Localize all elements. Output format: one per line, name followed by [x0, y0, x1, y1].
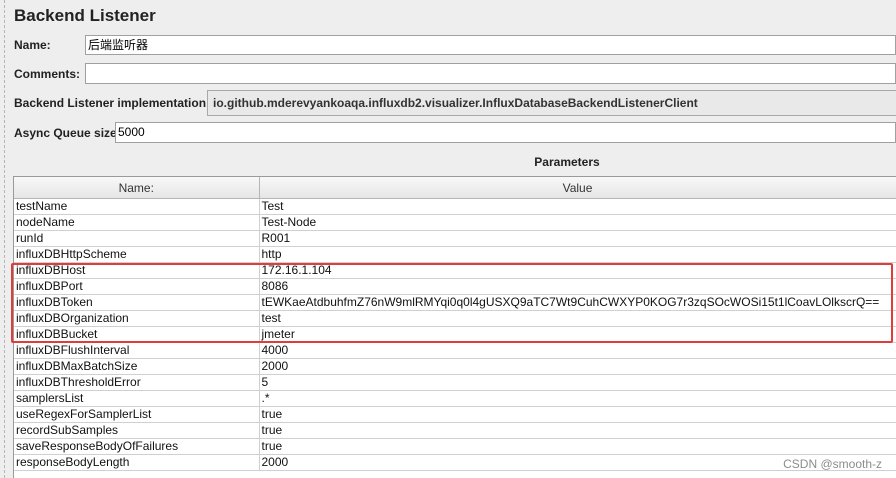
table-row[interactable]: influxDBHttpScheme http — [14, 246, 896, 263]
table-row[interactable]: influxDBThresholdError 5 — [14, 374, 896, 391]
column-header-name[interactable]: Name: — [14, 177, 260, 199]
table-header-row: Name: Value — [14, 177, 896, 199]
table-row[interactable]: responseBodyLength 2000 — [14, 454, 896, 471]
parameters-table: Name: Value testName Test nodeName Test-No… — [14, 177, 896, 471]
param-name-cell[interactable]: useRegexForSamplerList — [14, 406, 260, 423]
param-value-cell[interactable]: jmeter — [259, 326, 896, 343]
async-queue-field[interactable]: 5000 — [115, 122, 896, 143]
param-value-cell[interactable]: true — [259, 438, 896, 455]
table-row[interactable]: useRegexForSamplerList true — [14, 406, 896, 423]
param-name-cell[interactable]: influxDBMaxBatchSize — [14, 358, 260, 375]
param-value-cell[interactable]: 4000 — [259, 342, 896, 359]
panel-title: Backend Listener — [14, 6, 156, 25]
table-row[interactable]: influxDBHost 172.16.1.104 — [14, 262, 896, 279]
param-value-cell[interactable]: R001 — [259, 230, 896, 247]
param-value-cell[interactable]: Test — [259, 198, 896, 215]
param-name-cell[interactable]: responseBodyLength — [14, 454, 260, 471]
param-name-cell[interactable]: testName — [14, 198, 260, 215]
table-row[interactable]: nodeName Test-Node — [14, 214, 896, 231]
table-row[interactable]: influxDBFlushInterval 4000 — [14, 342, 896, 359]
param-name-cell[interactable]: runId — [14, 230, 260, 247]
param-name-cell[interactable]: influxDBHost — [14, 262, 260, 279]
param-value-cell[interactable]: test — [259, 310, 896, 327]
param-name-cell[interactable]: saveResponseBodyOfFailures — [14, 438, 260, 455]
table-row[interactable]: influxDBPort 8086 — [14, 278, 896, 295]
param-name-cell[interactable]: nodeName — [14, 214, 260, 231]
watermark: CSDN @smooth-z — [783, 457, 882, 471]
param-value-cell[interactable]: .* — [259, 390, 896, 407]
implementation-label: Backend Listener implementation — [14, 96, 207, 110]
param-name-cell[interactable]: influxDBFlushInterval — [14, 342, 260, 359]
param-value-cell[interactable]: 2000 — [259, 358, 896, 375]
param-value-cell[interactable]: true — [259, 422, 896, 439]
comments-field[interactable] — [85, 63, 896, 84]
param-value-cell[interactable]: http — [259, 246, 896, 263]
param-name-cell[interactable]: influxDBBucket — [14, 326, 260, 343]
tree-panel-edge — [0, 0, 5, 478]
table-row[interactable]: influxDBOrganization test — [14, 310, 896, 327]
param-name-cell[interactable]: influxDBHttpScheme — [14, 246, 260, 263]
name-field[interactable]: 后端监听器 — [85, 35, 896, 55]
comments-label: Comments: — [14, 67, 81, 81]
param-name-cell[interactable]: recordSubSamples — [14, 422, 260, 439]
param-name-cell[interactable]: influxDBThresholdError — [14, 374, 260, 391]
param-name-cell[interactable]: influxDBOrganization — [14, 310, 260, 327]
parameters-title: Parameters — [534, 155, 600, 169]
param-value-cell[interactable]: Test-Node — [259, 214, 896, 231]
param-name-cell[interactable]: influxDBToken — [14, 294, 260, 311]
param-value-cell[interactable]: true — [259, 406, 896, 423]
table-row[interactable]: samplersList .* — [14, 390, 896, 407]
name-label: Name: — [14, 38, 51, 52]
column-header-value[interactable]: Value — [259, 177, 896, 199]
table-row[interactable]: runId R001 — [14, 230, 896, 247]
async-queue-label: Async Queue size — [14, 126, 117, 140]
param-name-cell[interactable]: samplersList — [14, 390, 260, 407]
table-row[interactable]: recordSubSamples true — [14, 422, 896, 439]
table-row[interactable]: testName Test — [14, 198, 896, 215]
param-value-cell[interactable]: 5 — [259, 374, 896, 391]
param-value-cell[interactable]: 172.16.1.104 — [259, 262, 896, 279]
table-row[interactable]: influxDBToken tEWKaeAtdbuhfmZ76nW9mlRMYqi… — [14, 294, 896, 311]
param-name-cell[interactable]: influxDBPort — [14, 278, 260, 295]
table-row[interactable]: influxDBBucket jmeter — [14, 326, 896, 343]
table-row[interactable]: saveResponseBodyOfFailures true — [14, 438, 896, 455]
table-row[interactable]: influxDBMaxBatchSize 2000 — [14, 358, 896, 375]
param-value-cell[interactable]: tEWKaeAtdbuhfmZ76nW9mlRMYqi0q0l4gUSXQ9aT… — [259, 294, 896, 311]
param-value-cell[interactable]: 8086 — [259, 278, 896, 295]
implementation-select[interactable]: io.github.mderevyankoaqa.influxdb2.visua… — [207, 90, 896, 116]
